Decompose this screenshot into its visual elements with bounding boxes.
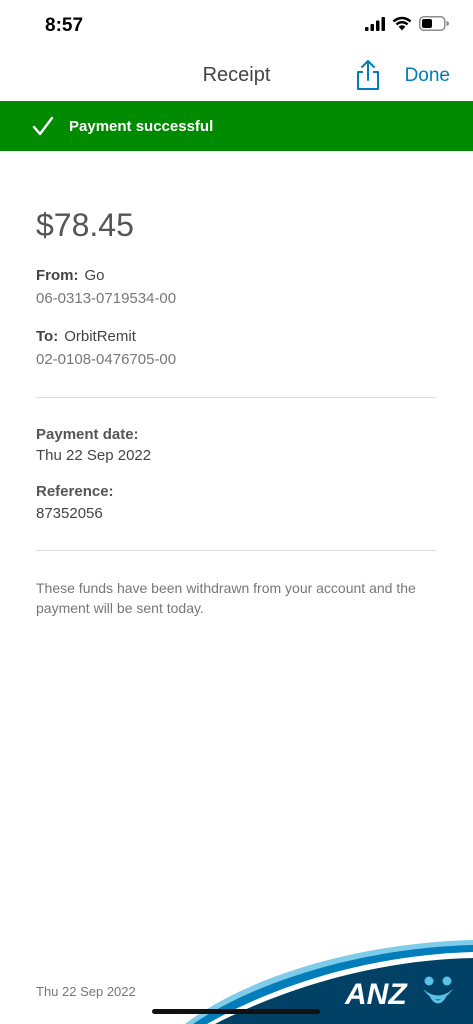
battery-icon [419,16,449,31]
to-row: To: OrbitRemit [36,328,136,345]
payment-amount: $78.45 [36,207,134,243]
success-message: Payment successful [69,117,214,135]
share-button[interactable] [354,59,382,91]
success-banner: Payment successful [0,101,473,151]
status-icons [365,16,449,31]
from-row: From: Go [36,267,105,284]
status-bar: 8:57 [0,0,473,52]
from-account: 06-0313-0719534-00 [36,290,177,307]
checkmark-icon [32,116,54,136]
to-account: 02-0108-0476705-00 [36,351,177,368]
share-icon [357,60,379,90]
reference-value: 87352056 [36,505,103,522]
to-label: To: [36,328,59,345]
wifi-icon [392,16,412,31]
to-name: OrbitRemit [64,328,136,345]
payment-date-label: Payment date: [36,426,139,443]
home-indicator[interactable] [152,1009,320,1014]
payment-note: These funds have been withdrawn from you… [36,580,416,616]
divider [36,397,436,398]
footer-date: Thu 22 Sep 2022 [36,984,136,999]
done-button[interactable]: Done [405,65,450,87]
cellular-signal-icon [365,16,385,31]
reference-label: Reference: [36,483,114,500]
payment-date-value: Thu 22 Sep 2022 [36,447,152,464]
divider [36,550,436,551]
page-title: Receipt [202,64,271,86]
anz-logo-text: ANZ [344,978,408,1011]
nav-bar: Receipt Done [0,52,473,100]
from-label: From: [36,267,79,284]
status-time: 8:57 [45,15,84,36]
from-name: Go [84,267,105,284]
